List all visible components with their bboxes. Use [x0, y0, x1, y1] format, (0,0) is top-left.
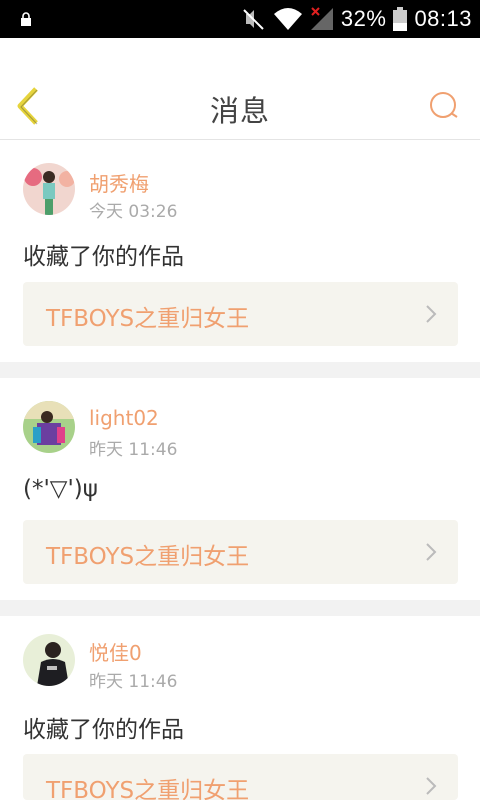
- work-title: TFBOYS之重归女王: [46, 778, 250, 800]
- username[interactable]: light02: [89, 406, 159, 430]
- divider: [0, 600, 480, 616]
- work-link[interactable]: TFBOYS之重归女王: [23, 754, 458, 800]
- timestamp: 昨天 11:46: [89, 440, 178, 460]
- page-title: 消息: [209, 94, 270, 128]
- app-header: 消息: [0, 38, 480, 140]
- message-card: 胡秀梅 今天 03:26 收藏了你的作品 TFBOYS之重归女王: [0, 140, 480, 362]
- status-bar: 32% 08:13: [0, 0, 480, 38]
- message-card: light02 昨天 11:46 (*'▽')ψ TFBOYS之重归女王: [0, 378, 480, 600]
- work-title: TFBOYS之重归女王: [46, 306, 250, 332]
- message-text: (*'▽')ψ: [23, 476, 98, 502]
- search-button[interactable]: [424, 86, 464, 126]
- work-title: TFBOYS之重归女王: [46, 544, 250, 570]
- message-text: 收藏了你的作品: [23, 717, 184, 743]
- wifi-icon: [273, 8, 302, 30]
- chevron-right-icon: [426, 305, 437, 323]
- lock-icon: [21, 12, 31, 26]
- signal-icon: [310, 7, 333, 30]
- work-link[interactable]: TFBOYS之重归女王: [23, 520, 458, 584]
- battery-percent: 32%: [340, 6, 387, 31]
- timestamp: 今天 03:26: [89, 202, 178, 222]
- message-text: 收藏了你的作品: [23, 244, 184, 270]
- work-link[interactable]: TFBOYS之重归女王: [23, 282, 458, 346]
- clock: 08:13: [414, 6, 472, 31]
- timestamp: 昨天 11:46: [89, 672, 178, 692]
- username[interactable]: 悦佳0: [89, 637, 142, 666]
- search-icon: [430, 92, 458, 118]
- avatar[interactable]: [23, 634, 75, 686]
- message-card: 悦佳0 昨天 11:46 收藏了你的作品 TFBOYS之重归女王: [0, 616, 480, 800]
- divider: [0, 362, 480, 378]
- mute-icon: [243, 9, 264, 30]
- username[interactable]: 胡秀梅: [89, 168, 149, 197]
- avatar[interactable]: [23, 401, 75, 453]
- battery-icon: [393, 7, 408, 31]
- chevron-right-icon: [426, 777, 437, 795]
- avatar[interactable]: [23, 163, 75, 215]
- chevron-right-icon: [426, 543, 437, 561]
